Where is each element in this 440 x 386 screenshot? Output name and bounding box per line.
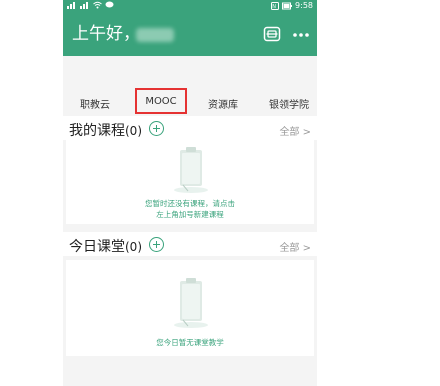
platform-tabs: 职教云 MOOC 资源库 银领学院 — [63, 56, 317, 116]
empty-courses-line1: 您暂时还没有课程，请点击 — [145, 199, 235, 208]
tab-yinling-academy[interactable]: 银领学院 — [269, 96, 309, 111]
scan-icon[interactable] — [262, 24, 282, 44]
my-courses-title: 我的课程(0) — [69, 120, 142, 140]
today-class-label: 今日课堂 — [69, 239, 125, 255]
today-class-count: (0) — [125, 240, 142, 254]
my-courses-header: 我的课程(0) 全部 > — [63, 116, 317, 140]
empty-class-illustration — [174, 278, 208, 328]
my-courses-card: 您暂时还没有课程，请点击 左上角加号新建课程 — [66, 140, 314, 224]
signal-icon-2 — [80, 2, 88, 9]
today-class-title: 今日课堂(0) — [69, 236, 142, 256]
status-right: N 9:58 — [271, 1, 313, 11]
svg-text:N: N — [272, 4, 276, 10]
tab-mooc[interactable]: MOOC — [135, 88, 187, 114]
empty-class-text: 您今日暂无课堂教学 — [156, 338, 224, 347]
blurred-username — [136, 28, 174, 42]
signal-icon — [67, 2, 75, 9]
tab-resource-library[interactable]: 资源库 — [208, 96, 238, 111]
today-class-header: 今日课堂(0) 全部 > — [63, 232, 317, 256]
wifi-icon — [93, 1, 102, 9]
empty-courses-illustration — [174, 147, 208, 193]
add-course-button[interactable] — [149, 121, 164, 136]
status-bar: N 9:58 — [63, 0, 317, 12]
status-time: 9:58 — [295, 1, 313, 10]
empty-courses-line2: 左上角加号新建课程 — [156, 210, 224, 219]
nfc-icon: N — [271, 2, 280, 10]
chat-icon — [105, 1, 114, 8]
add-class-button[interactable] — [149, 237, 164, 252]
tab-zhijiaoyun[interactable]: 职教云 — [80, 96, 110, 111]
greeting-text: 上午好， — [72, 24, 140, 44]
app-header: 上午好， — [63, 12, 317, 56]
my-courses-all-link[interactable]: 全部 > — [279, 123, 311, 138]
battery-icon — [282, 2, 293, 10]
app-screen: N 9:58 上午好， 职教云 MOOC 资源库 银领学院 我的课程(0) 全部… — [63, 0, 317, 386]
status-left — [67, 1, 114, 9]
today-class-card: 您今日暂无课堂教学 — [66, 260, 314, 356]
more-icon[interactable] — [291, 25, 311, 45]
my-courses-count: (0) — [125, 124, 142, 138]
today-class-all-link[interactable]: 全部 > — [279, 239, 311, 254]
my-courses-label: 我的课程 — [69, 123, 125, 139]
